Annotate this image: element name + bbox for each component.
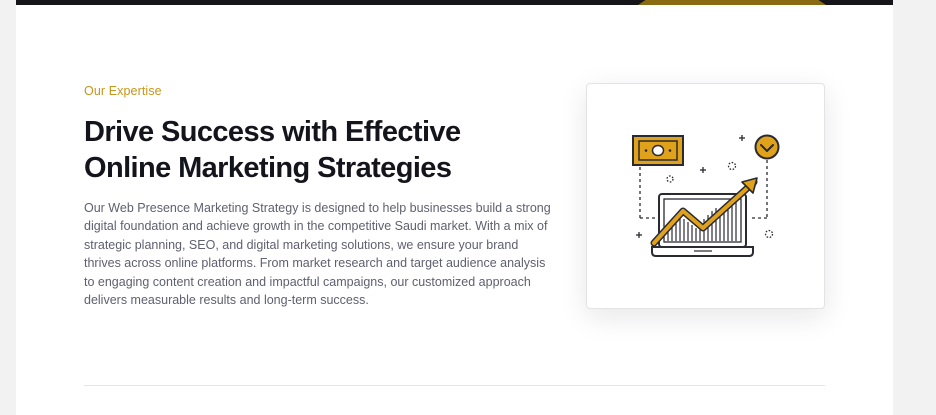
- top-bar: [16, 0, 893, 5]
- illustration-card: [586, 83, 825, 309]
- marketing-growth-illustration: [632, 134, 780, 257]
- top-bar-accent: [638, 0, 826, 5]
- page: Our Expertise Drive Success with Effecti…: [16, 0, 893, 415]
- check-circle-icon: [754, 134, 780, 160]
- money-icon: [632, 135, 684, 166]
- section-divider: [84, 385, 825, 386]
- section-description: Our Web Presence Marketing Strategy is d…: [84, 201, 551, 308]
- section-heading: Drive Success with Effective Online Mark…: [84, 116, 461, 184]
- section-eyebrow: Our Expertise: [84, 84, 162, 98]
